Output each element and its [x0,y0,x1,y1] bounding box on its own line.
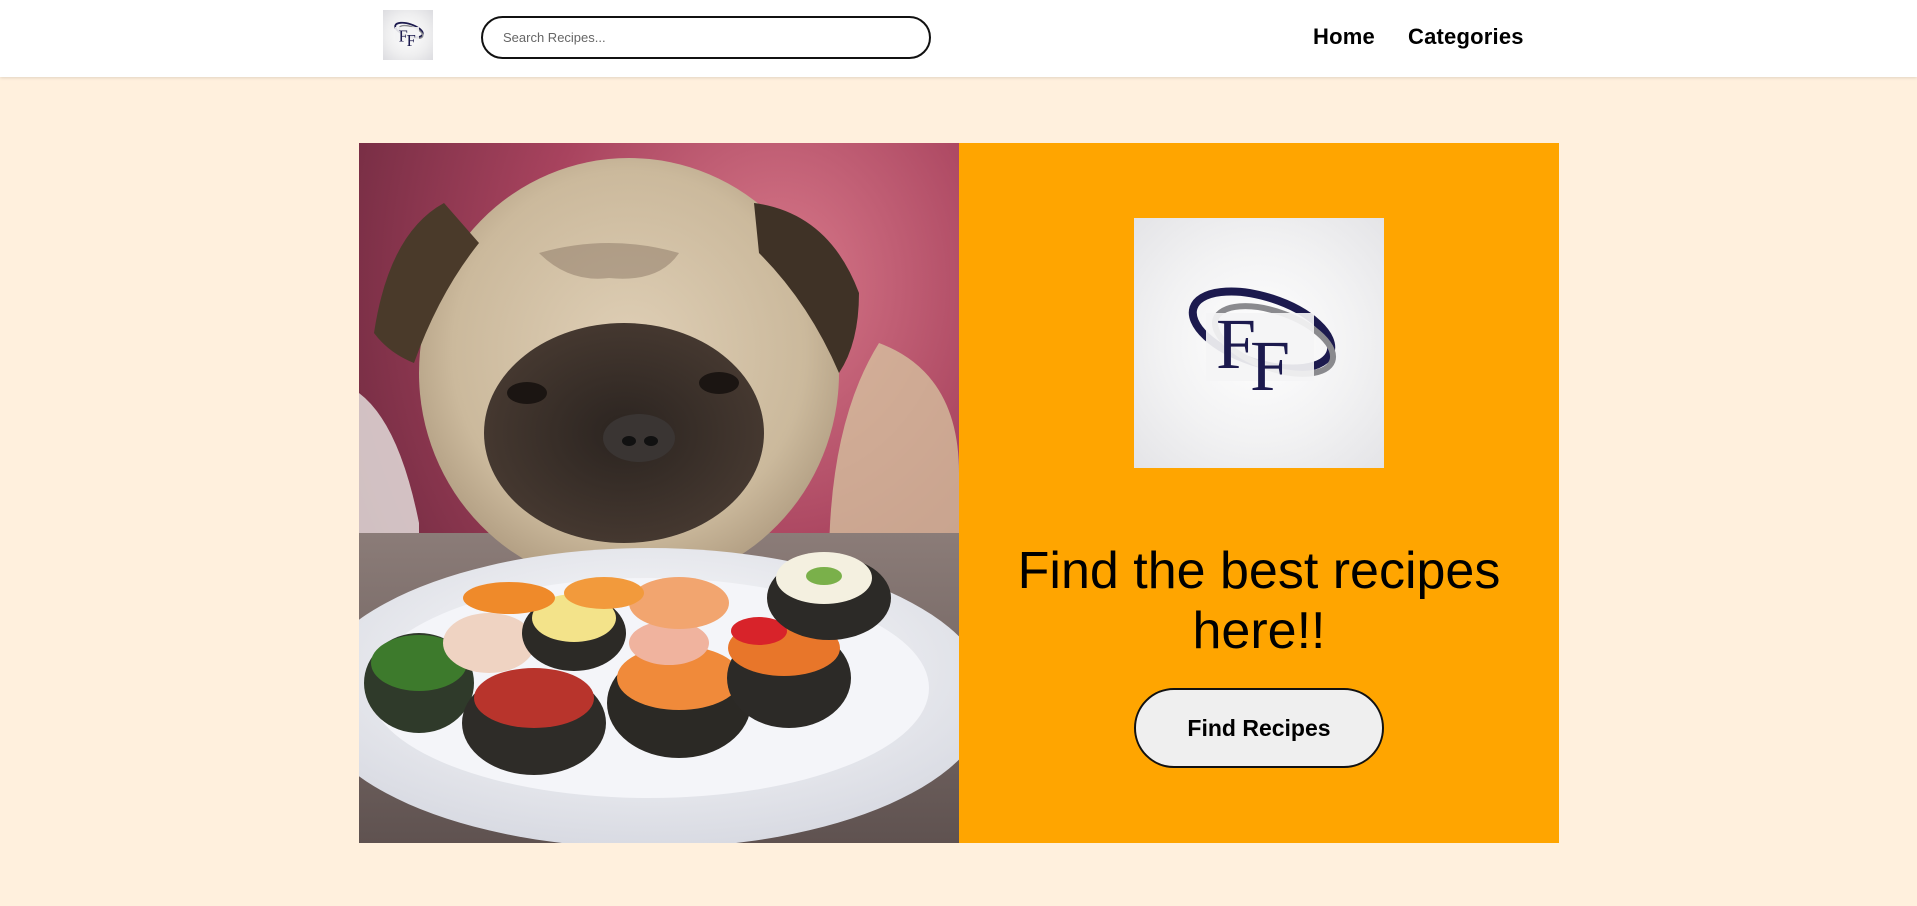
nav-link-home[interactable]: Home [1313,24,1375,50]
svg-text:F: F [399,27,408,46]
site-logo[interactable]: F F [383,10,433,60]
pug-sushi-photo-icon [359,143,959,843]
hero-heading: Find the best recipes here!! [1017,542,1501,660]
ff-logo-icon: F F [1188,287,1337,406]
ff-logo-icon: F F [394,21,424,50]
nav-link-categories[interactable]: Categories [1408,24,1524,50]
hero-section: F F Find the best recipes here!! Find Re… [359,143,1559,843]
svg-text:F: F [407,31,416,50]
hero-panel: F F Find the best recipes here!! Find Re… [959,143,1559,843]
find-recipes-button[interactable]: Find Recipes [1134,688,1384,768]
search-input[interactable] [481,16,931,59]
hero-logo: F F [1134,218,1384,468]
navbar: F F Home Categories [0,0,1917,77]
svg-text:F: F [1250,326,1290,406]
hero-image [359,143,959,843]
